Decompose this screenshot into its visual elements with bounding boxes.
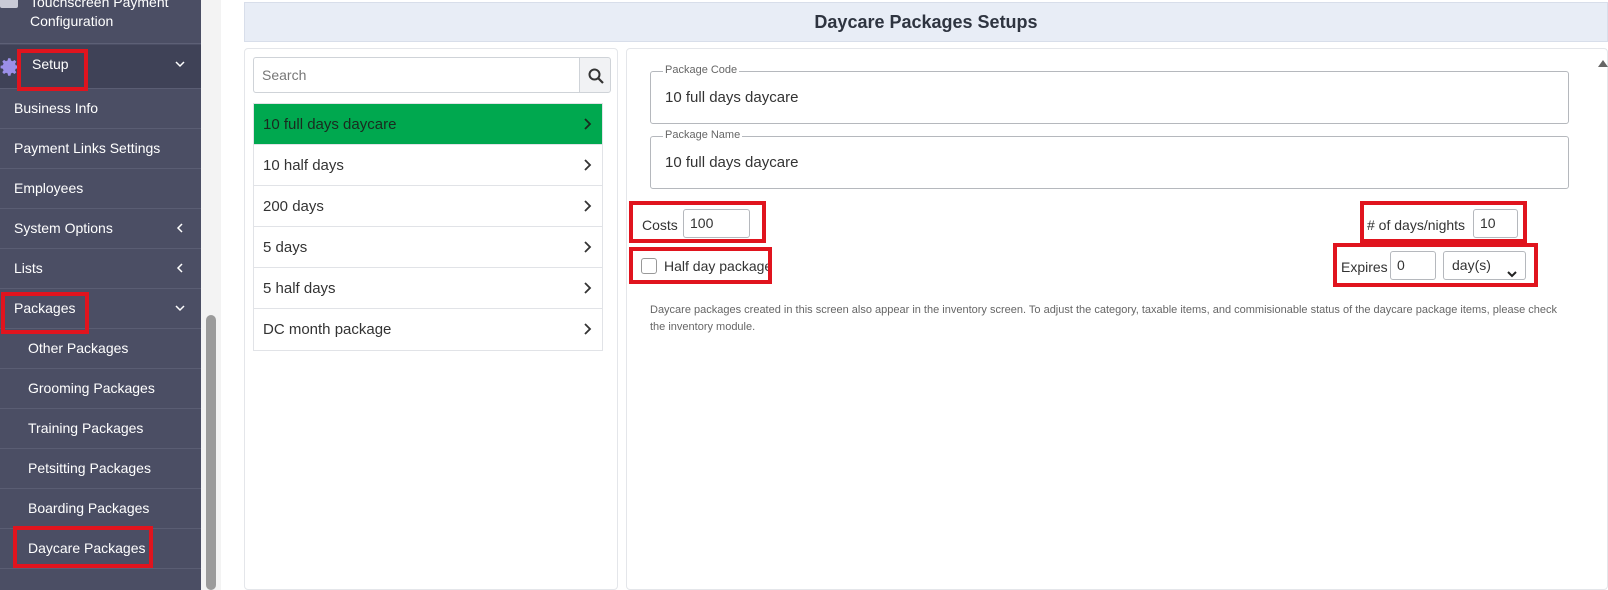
list-item-label: 200 days — [263, 198, 324, 215]
sidebar-item-lists[interactable]: Lists — [0, 249, 201, 289]
sidebar-item-label: Petsitting Packages — [28, 460, 151, 476]
chevron-right-icon — [580, 199, 594, 213]
chevron-left-icon — [173, 221, 187, 235]
sidebar-item-label: Configuration — [30, 13, 114, 29]
list-item-label: DC month package — [263, 321, 392, 338]
list-item-label: 10 half days — [263, 157, 344, 174]
list-item[interactable]: 5 half days — [254, 268, 602, 309]
info-note: Daycare packages created in this screen … — [650, 304, 1557, 333]
chevron-right-icon — [580, 322, 594, 336]
sidebar-item-label: Employees — [14, 180, 84, 196]
chevron-left-icon — [173, 261, 187, 275]
list-item-label: 10 full days daycare — [263, 116, 397, 133]
highlight-box — [13, 526, 153, 568]
sidebar-item-payment-links-settings[interactable]: Payment Links Settings — [0, 129, 201, 169]
search-box — [253, 57, 611, 93]
page-title: Daycare Packages Setups — [814, 12, 1038, 32]
list-item[interactable]: 5 days — [254, 227, 602, 268]
package-code-value: 10 full days daycare — [665, 89, 799, 106]
highlight-box — [1360, 201, 1527, 243]
search-icon — [588, 68, 604, 84]
sidebar-item-label: Business Info — [14, 100, 99, 116]
sidebar-item-grooming-packages[interactable]: Grooming Packages — [0, 369, 201, 409]
list-item[interactable]: 200 days — [254, 186, 602, 227]
search-input[interactable] — [253, 57, 579, 93]
sidebar-item-touchscreen-payment[interactable]: Touchscreen Payment Configuration — [0, 0, 201, 44]
chevron-right-icon — [580, 117, 594, 131]
chevron-down-icon — [173, 301, 187, 315]
sidebar: Touchscreen Payment Configuration Setup … — [0, 0, 201, 590]
sidebar-item-employees[interactable]: Employees — [0, 169, 201, 209]
list-item[interactable]: DC month package — [254, 309, 602, 350]
sidebar-item-label: Touchscreen Payment — [30, 0, 169, 10]
highlight-box — [629, 247, 772, 284]
package-code-field[interactable]: Package Code 10 full days daycare — [650, 64, 1569, 124]
sidebar-item-petsitting-packages[interactable]: Petsitting Packages — [0, 449, 201, 489]
sidebar-item-label: Training Packages — [28, 420, 144, 436]
list-item-label: 5 days — [263, 239, 308, 256]
highlight-box — [17, 49, 88, 91]
chevron-down-icon — [173, 57, 187, 71]
sidebar-item-system-options[interactable]: System Options — [0, 209, 201, 249]
package-list-panel: 10 full days daycare 10 half days 200 da… — [244, 48, 618, 590]
package-name-field[interactable]: Package Name 10 full days daycare — [650, 129, 1569, 189]
scroll-up-arrow[interactable] — [1598, 60, 1608, 67]
package-list: 10 full days daycare 10 half days 200 da… — [253, 103, 603, 351]
list-item[interactable]: 10 full days daycare — [254, 104, 602, 145]
sidebar-item-other-packages[interactable]: Other Packages — [0, 329, 201, 369]
package-name-value: 10 full days daycare — [665, 154, 799, 171]
list-item[interactable]: 10 half days — [254, 145, 602, 186]
sidebar-item-label: Grooming Packages — [28, 380, 155, 396]
highlight-box — [1, 292, 89, 334]
page-header: Daycare Packages Setups — [244, 2, 1608, 42]
highlight-box — [1333, 243, 1538, 287]
chevron-right-icon — [580, 158, 594, 172]
chevron-right-icon — [580, 281, 594, 295]
package-code-label: Package Code — [663, 64, 740, 76]
sidebar-item-label: Other Packages — [28, 340, 129, 356]
package-name-label: Package Name — [663, 129, 743, 141]
search-button[interactable] — [579, 57, 611, 93]
sidebar-item-label: Lists — [14, 260, 43, 276]
chevron-right-icon — [580, 240, 594, 254]
sidebar-scrollbar-thumb[interactable] — [206, 315, 216, 590]
sidebar-item-training-packages[interactable]: Training Packages — [0, 409, 201, 449]
sidebar-item-label: System Options — [14, 220, 113, 236]
sidebar-item-label: Boarding Packages — [28, 500, 150, 516]
sidebar-item-business-info[interactable]: Business Info — [0, 89, 201, 129]
monitor-icon — [0, 0, 18, 8]
list-item-label: 5 half days — [263, 280, 336, 297]
sidebar-item-boarding-packages[interactable]: Boarding Packages — [0, 489, 201, 529]
package-details-panel: Package Code 10 full days daycare Packag… — [626, 48, 1608, 590]
highlight-box — [629, 201, 766, 243]
sidebar-item-label: Payment Links Settings — [14, 140, 161, 156]
